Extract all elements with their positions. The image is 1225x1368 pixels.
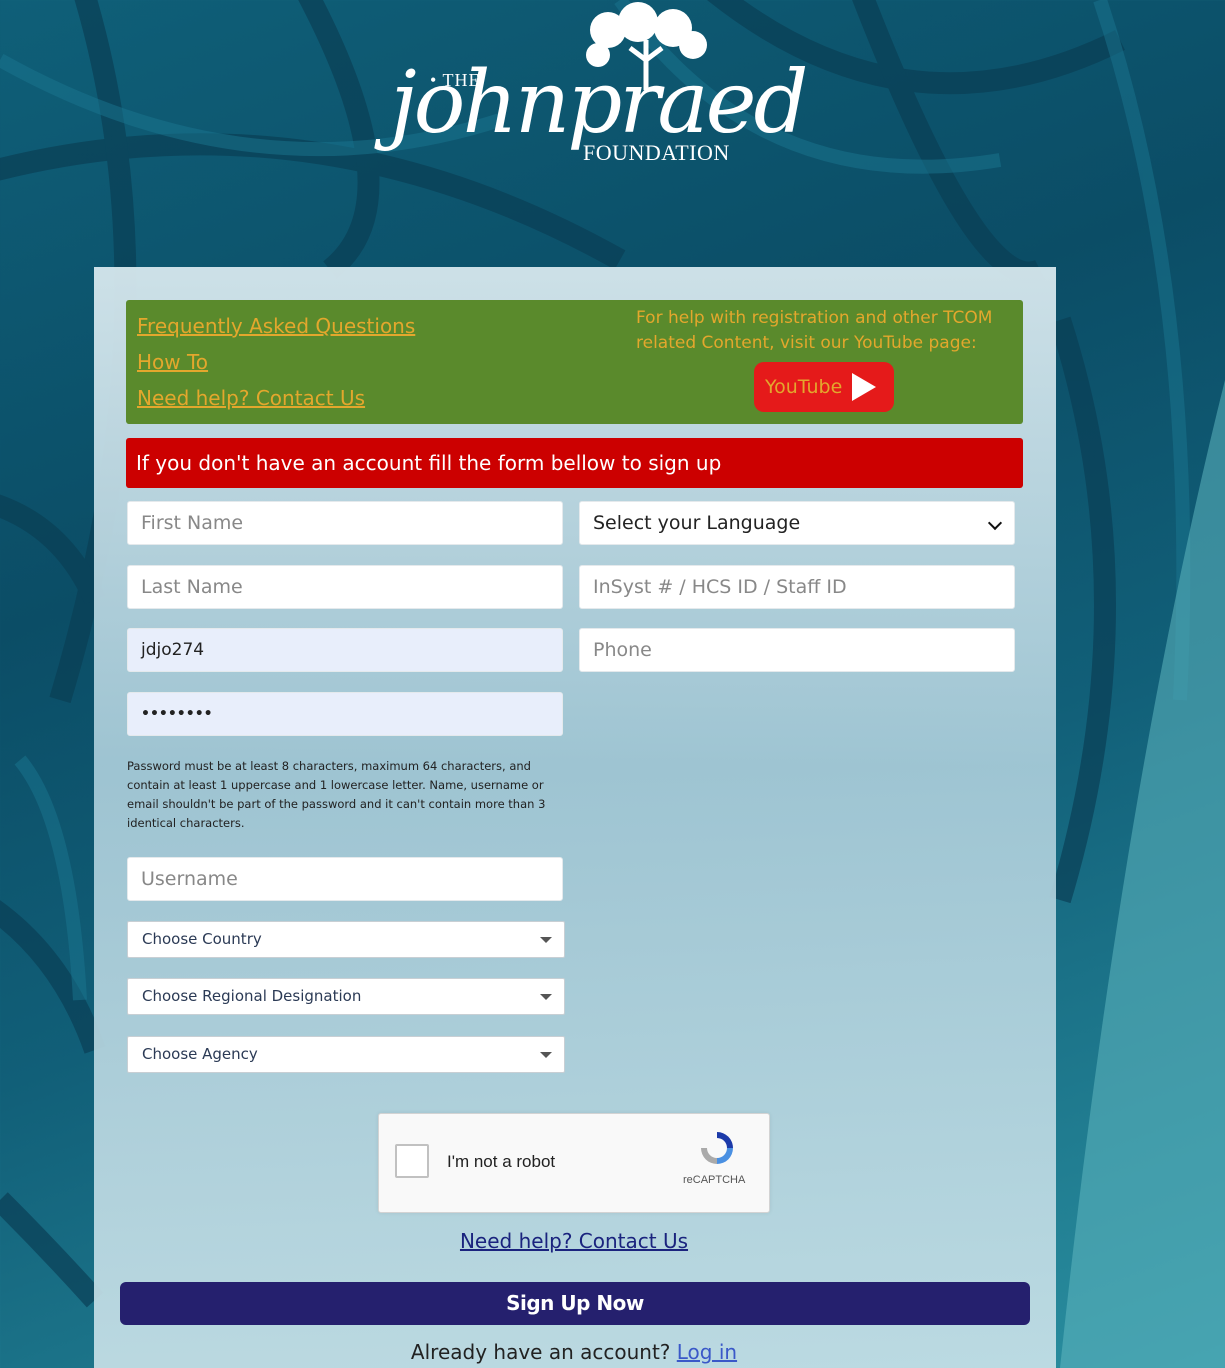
- country-select[interactable]: Choose Country: [127, 921, 565, 958]
- last-name-input[interactable]: Last Name: [127, 565, 563, 609]
- contact-us-link[interactable]: Need help? Contact Us: [137, 386, 365, 410]
- recaptcha-brand: reCAPTCHA: [683, 1174, 746, 1186]
- signup-alert: If you don't have an account fill the fo…: [126, 438, 1023, 488]
- recaptcha-checkbox[interactable]: [395, 1144, 429, 1178]
- login-link[interactable]: Log in: [677, 1340, 737, 1364]
- youtube-label: YouTube: [765, 376, 843, 398]
- youtube-button[interactable]: YouTube: [754, 362, 894, 412]
- caret-down-icon: [540, 937, 552, 943]
- how-to-link[interactable]: How To: [137, 350, 208, 374]
- chevron-down-icon: [987, 515, 1003, 531]
- password-input[interactable]: ••••••••: [127, 692, 563, 736]
- username-input[interactable]: Username: [127, 857, 563, 901]
- email-input[interactable]: jdjo274: [127, 628, 563, 672]
- play-icon: [852, 373, 877, 401]
- caret-down-icon: [540, 1052, 552, 1058]
- phone-input[interactable]: Phone: [579, 628, 1015, 672]
- password-requirements: Password must be at least 8 characters, …: [127, 759, 546, 830]
- recaptcha-icon: [701, 1132, 733, 1164]
- agency-select[interactable]: Choose Agency: [127, 1036, 565, 1073]
- logo-foundation: FOUNDATION: [583, 140, 730, 165]
- already-text: Already have an account?: [410, 1340, 671, 1364]
- sign-up-button[interactable]: Sign Up Now: [120, 1282, 1030, 1325]
- faq-link[interactable]: Frequently Asked Questions: [137, 314, 415, 338]
- youtube-help-text: For help with registration and other TCO…: [636, 308, 993, 353]
- country-select-value: Choose Country: [142, 930, 262, 948]
- first-name-input[interactable]: First Name: [127, 501, 563, 545]
- contact-us-bottom-wrapper: Need help? Contact Us: [0, 1229, 1148, 1253]
- regional-select-value: Choose Regional Designation: [142, 987, 362, 1005]
- agency-select-value: Choose Agency: [142, 1045, 258, 1063]
- recaptcha-label: I'm not a robot: [447, 1152, 556, 1171]
- language-select[interactable]: Select your Language: [579, 501, 1015, 545]
- language-select-value: Select your Language: [593, 512, 801, 534]
- already-have-account: Already have an account? Log in: [0, 1340, 1148, 1364]
- insyst-id-input[interactable]: InSyst # / HCS ID / Staff ID: [579, 565, 1015, 609]
- recaptcha-widget: I'm not a robot reCAPTCHA: [378, 1113, 770, 1213]
- caret-down-icon: [540, 994, 552, 1000]
- logo-script: johnpraed: [390, 53, 809, 153]
- regional-designation-select[interactable]: Choose Regional Designation: [127, 978, 565, 1015]
- contact-us-bottom-link[interactable]: Need help? Contact Us: [460, 1229, 688, 1253]
